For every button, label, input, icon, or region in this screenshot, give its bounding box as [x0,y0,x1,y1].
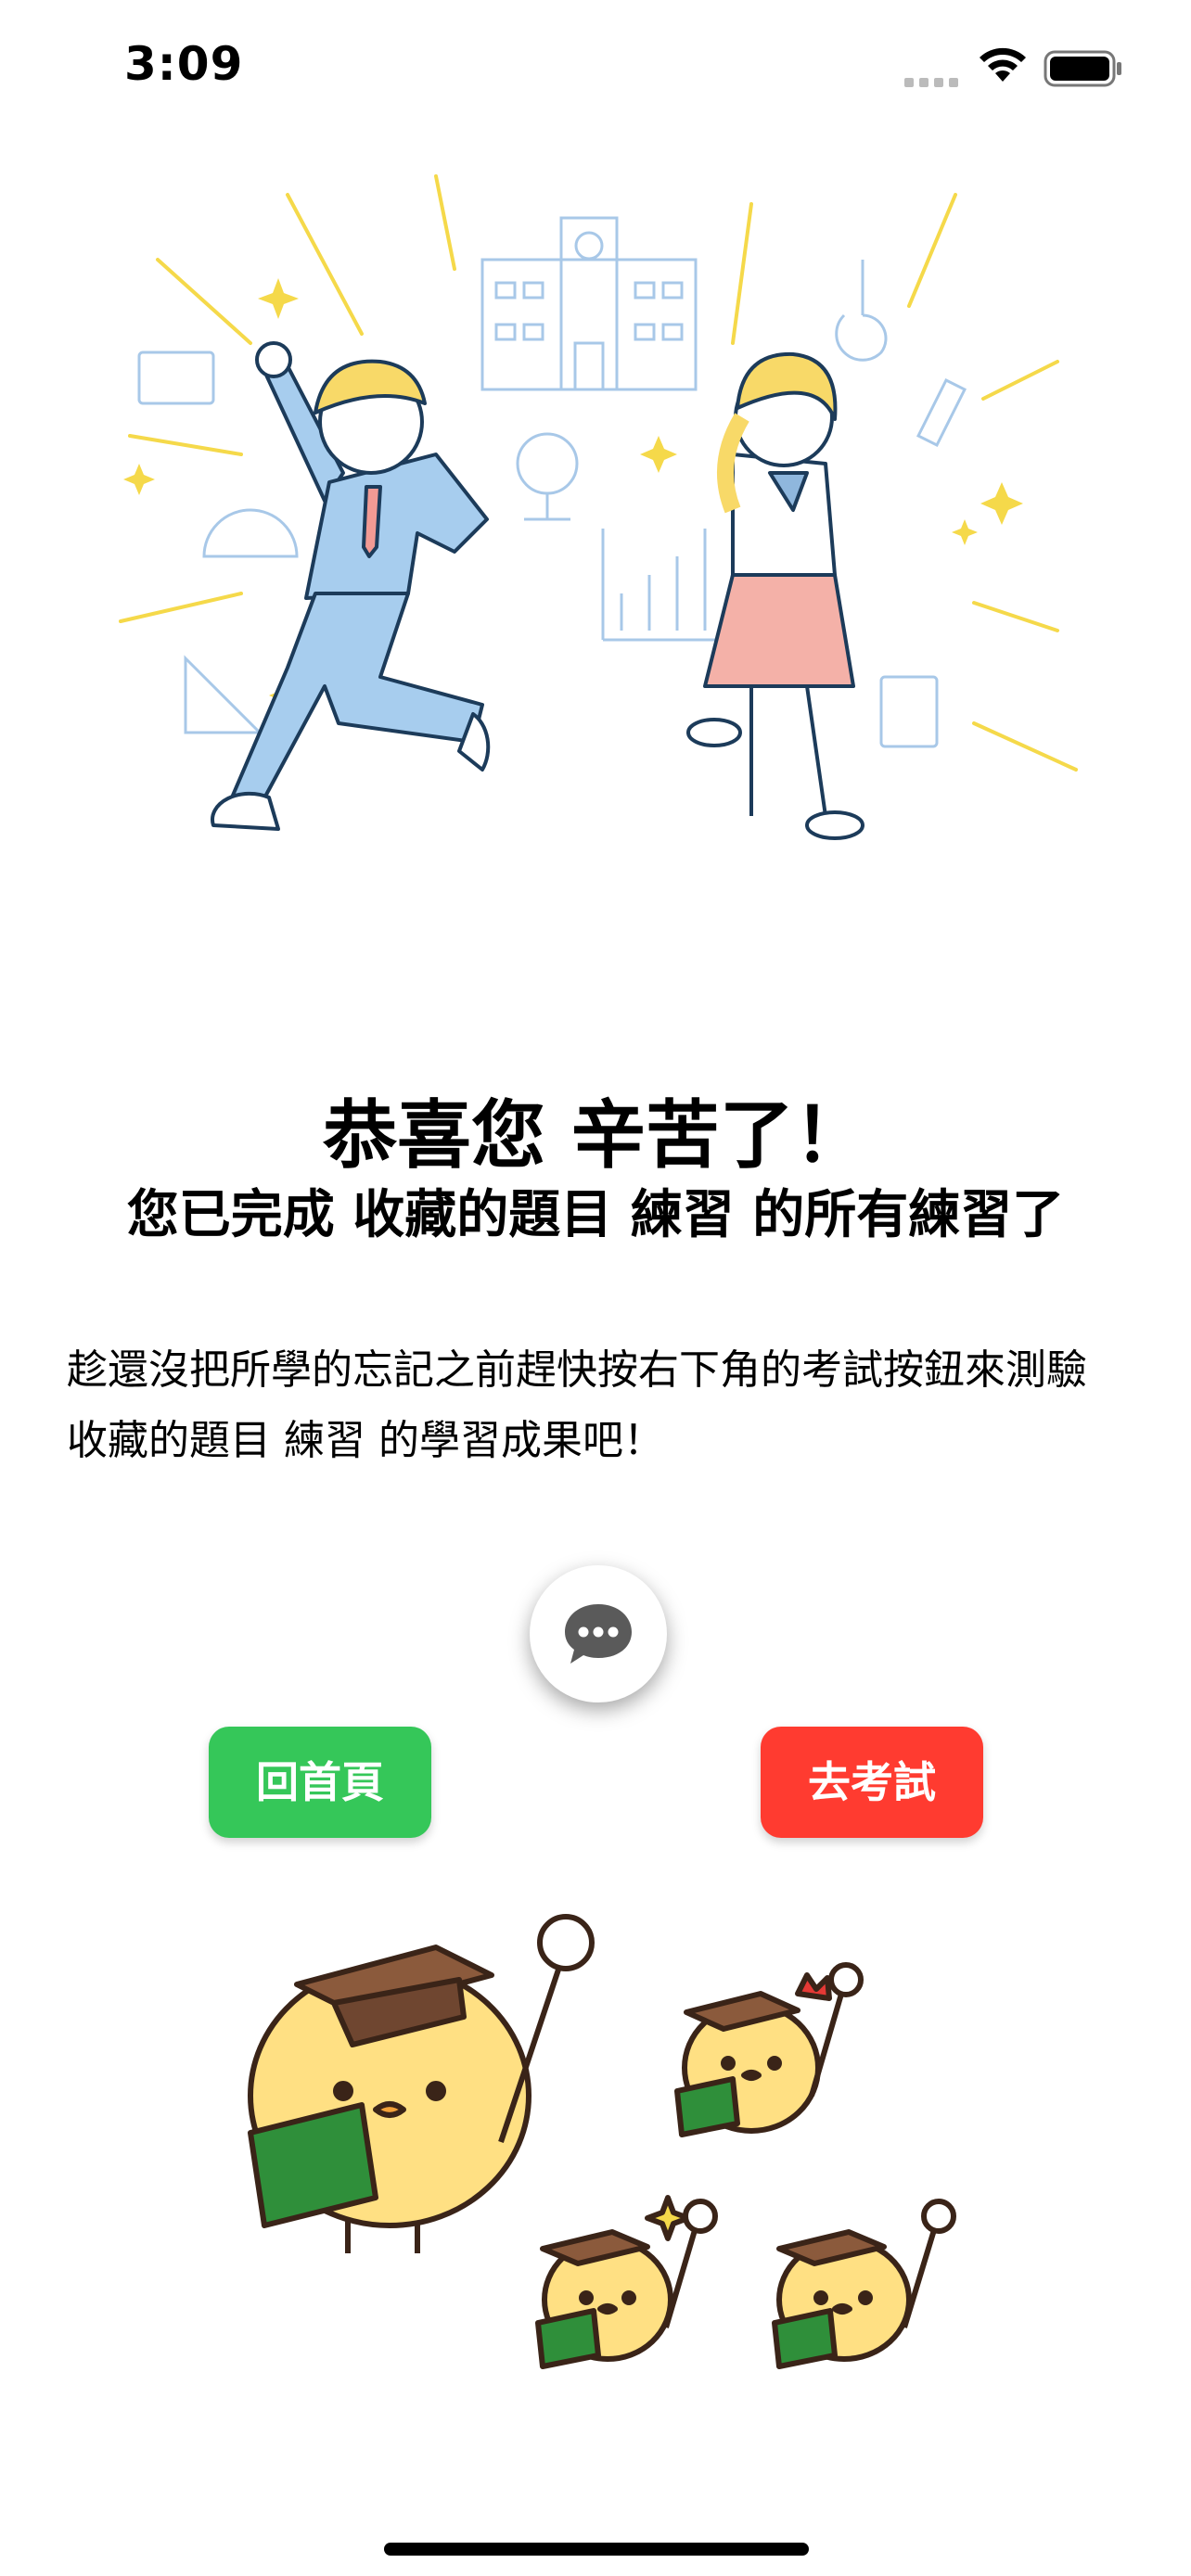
congrats-title: 恭喜您 辛苦了！ [323,1092,868,1179]
exam-button[interactable]: 去考試 [761,1727,983,1838]
celebrating-students-illustration [119,174,1078,840]
status-bar: 3:09 [0,0,1191,139]
cellular-signal-icon [904,78,958,87]
chat-bubble-icon [565,1604,632,1664]
completion-subtitle: 您已完成 收藏的題目 練習 的所有練習了 [126,1185,1065,1245]
battery-icon [1044,50,1121,87]
exam-prompt-text: 趁還沒把所學的忘記之前趕快按右下角的考試按鈕來測驗 收藏的題目 練習 的學習成果… [67,1346,1087,1464]
chat-button[interactable] [530,1565,667,1702]
status-time: 3:09 [124,37,244,91]
home-button[interactable]: 回首頁 [209,1727,431,1838]
graduate-chicks-illustration [248,1914,956,2369]
wifi-icon [980,47,1026,82]
home-indicator[interactable] [384,2543,809,2556]
